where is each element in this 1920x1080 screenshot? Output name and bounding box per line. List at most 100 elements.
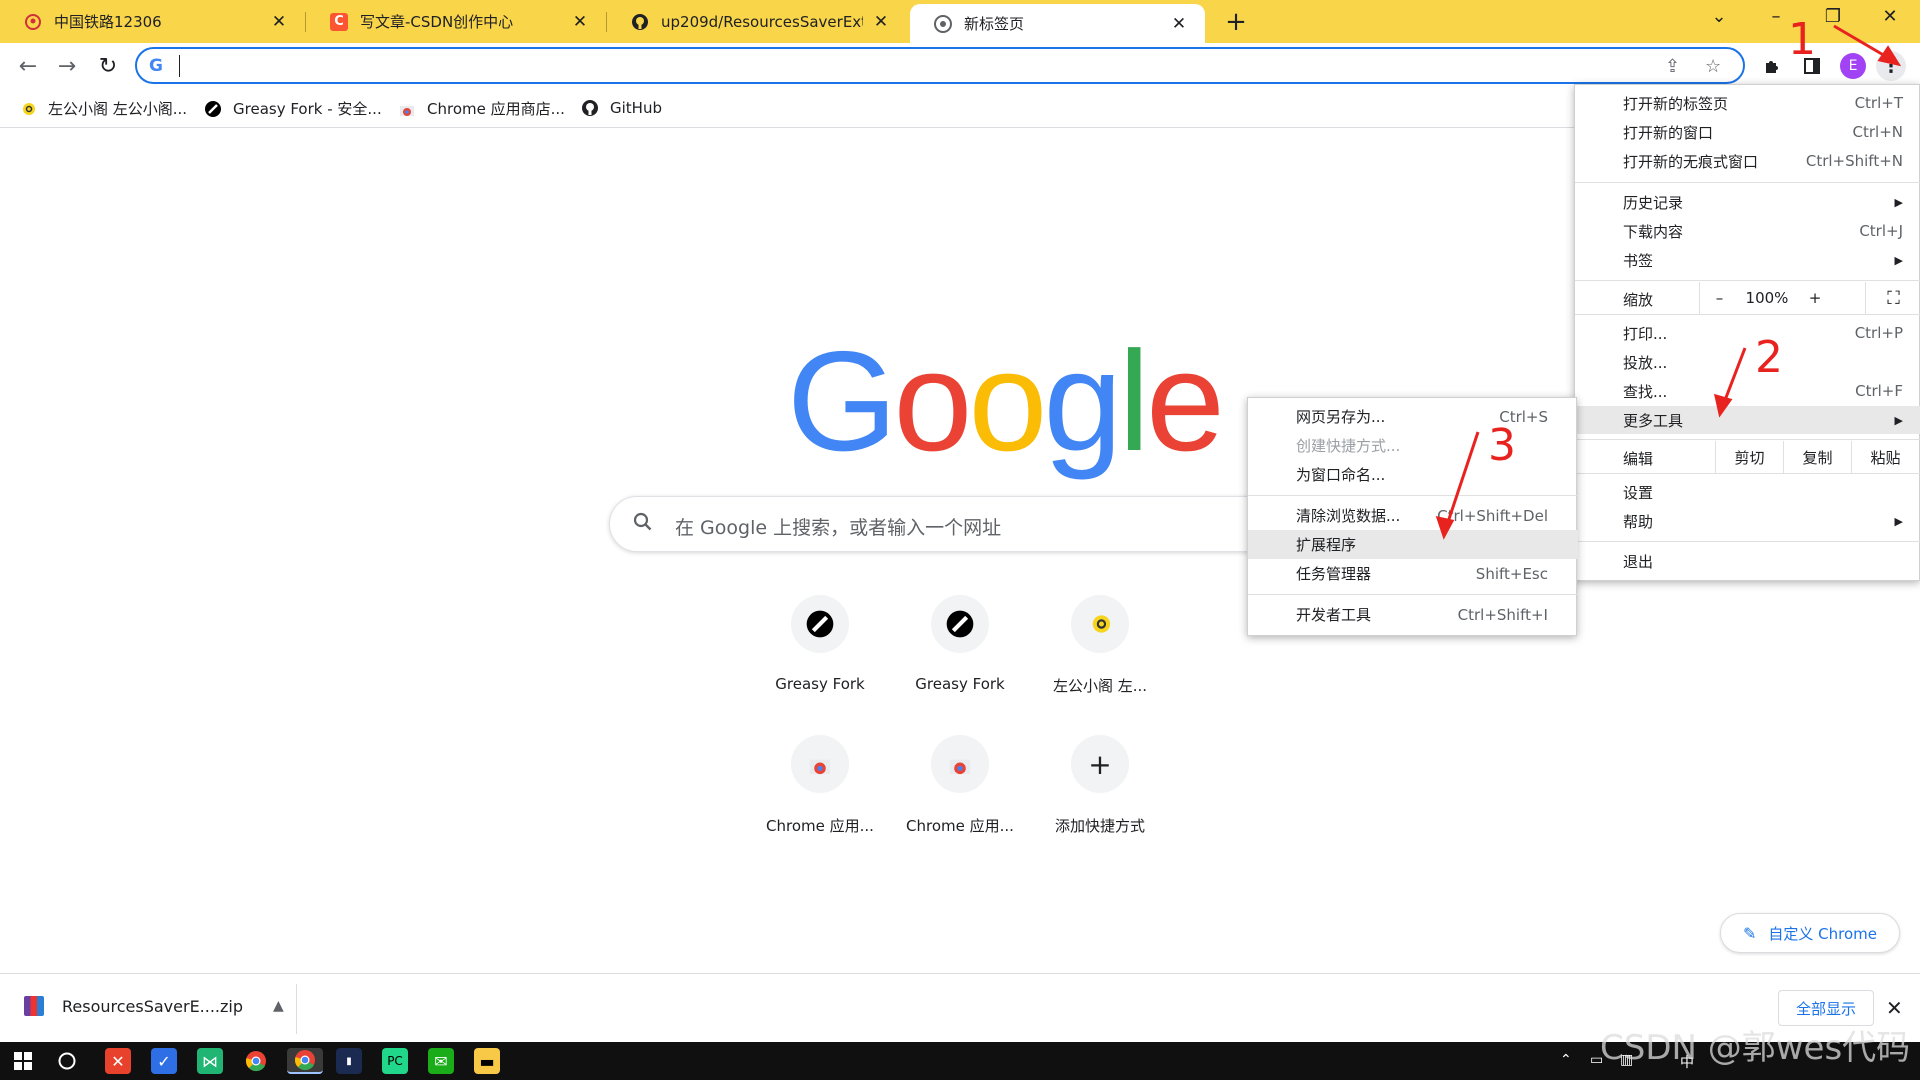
menu-find[interactable]: 查找... Ctrl+F — [1575, 377, 1920, 405]
wechat-icon[interactable]: ✉ — [428, 1048, 454, 1074]
extensions-puzzle-icon[interactable] — [1758, 52, 1786, 80]
menu-label: 历史记录 — [1623, 193, 1684, 212]
annotation-number: 3 — [1488, 420, 1516, 471]
menu-downloads[interactable]: 下载内容 Ctrl+J — [1575, 217, 1920, 245]
menu-print[interactable]: 打印... Ctrl+P — [1575, 319, 1920, 347]
bookmark-item[interactable]: Chrome 应用商店... — [397, 98, 565, 119]
shortcut-tile[interactable]: Chrome 应用... — [755, 735, 885, 836]
back-button[interactable]: ← — [13, 51, 43, 81]
bookmark-item[interactable]: GitHub — [580, 98, 662, 118]
tray-chevron-icon[interactable]: ⌃ — [1560, 1052, 1572, 1068]
shortcut-tile[interactable]: Greasy Fork — [755, 595, 885, 693]
menu-label: 打开新的标签页 — [1623, 94, 1729, 113]
tab-title: 新标签页 — [964, 15, 1025, 33]
app-icon[interactable]: ▮ — [336, 1048, 362, 1074]
webstore-icon — [397, 99, 417, 119]
menu-exit[interactable]: 退出 — [1575, 547, 1920, 575]
window-close-button[interactable]: ✕ — [1870, 6, 1910, 27]
close-icon[interactable]: ✕ — [1886, 996, 1903, 1020]
add-shortcut-tile[interactable]: + 添加快捷方式 — [1035, 735, 1165, 836]
search-circle-icon[interactable] — [54, 1048, 80, 1074]
submenu-dev-tools[interactable]: 开发者工具 Ctrl+Shift+I — [1248, 600, 1578, 629]
shortcut-tile[interactable]: Chrome 应用... — [895, 735, 1025, 836]
tab-github[interactable]: up209d/ResourcesSaverExt: Ch ✕ — [607, 0, 907, 43]
plus-icon: + — [1071, 735, 1129, 793]
new-tab-button[interactable]: + — [1222, 7, 1250, 37]
menu-history[interactable]: 历史记录 ▶ — [1575, 188, 1920, 216]
shortcut-label: 左公小阁 左... — [1052, 677, 1148, 695]
submenu-task-manager[interactable]: 任务管理器 Shift+Esc — [1248, 559, 1578, 588]
xmind-icon[interactable]: ✕ — [105, 1048, 131, 1074]
edit-row: 编辑 剪切 复制 粘贴 — [1575, 441, 1920, 473]
customize-chrome-button[interactable]: ✎ 自定义 Chrome — [1720, 913, 1900, 953]
submenu-save-page[interactable]: 网页另存为... Ctrl+S — [1248, 402, 1578, 431]
copy-button[interactable]: 复制 — [1783, 441, 1851, 473]
tab-12306[interactable]: 中国铁路12306 ✕ — [0, 0, 305, 43]
ide-icon[interactable]: ⋈ — [197, 1048, 223, 1074]
restore-button[interactable]: ❐ — [1813, 6, 1853, 27]
tab-newtab[interactable]: 新标签页 ✕ — [910, 4, 1205, 43]
menu-separator — [1575, 473, 1920, 474]
submenu-clear-data[interactable]: 清除浏览数据... Ctrl+Shift+Del — [1248, 501, 1578, 530]
customize-label: 自定义 Chrome — [1768, 924, 1877, 943]
menu-label: 为窗口命名... — [1296, 466, 1386, 484]
menu-settings[interactable]: 设置 — [1575, 478, 1920, 506]
menu-label: 创建快捷方式... — [1296, 437, 1401, 455]
menu-separator — [1575, 280, 1920, 281]
greasyfork-icon — [791, 595, 849, 653]
tab-search-icon[interactable]: ⌄ — [1699, 6, 1739, 27]
menu-bookmarks[interactable]: 书签 ▶ — [1575, 246, 1920, 274]
chrome-taskbar-icon[interactable] — [243, 1048, 269, 1074]
profile-avatar[interactable]: E — [1840, 53, 1866, 79]
download-item[interactable]: ResourcesSaverE....zip ▲ — [24, 996, 284, 1016]
submenu-name-window[interactable]: 为窗口命名... — [1248, 460, 1578, 489]
download-filename: ResourcesSaverE....zip — [62, 996, 244, 1016]
text-cursor — [179, 55, 180, 77]
zip-file-icon — [24, 996, 44, 1016]
tab-close-icon[interactable]: ✕ — [871, 12, 891, 32]
menu-label: 清除浏览数据... — [1296, 507, 1401, 525]
shortcut-text: Ctrl+F — [1855, 382, 1903, 400]
chrome-active-taskbar-icon[interactable] — [287, 1048, 323, 1074]
shortcut-tile[interactable]: 左公小阁 左... — [1035, 595, 1165, 696]
menu-help[interactable]: 帮助 ▶ — [1575, 507, 1920, 535]
more-tools-submenu: 网页另存为... Ctrl+S 创建快捷方式... 为窗口命名... 清除浏览数据… — [1247, 397, 1578, 636]
pycharm-icon[interactable]: PC — [382, 1048, 408, 1074]
annotation-number: 2 — [1755, 332, 1783, 383]
bookmark-item[interactable]: 左公小阁 左公小阁... — [18, 98, 187, 119]
shortcut-label: Greasy Fork — [915, 675, 1005, 693]
menu-label: 网页另存为... — [1296, 408, 1386, 426]
address-bar[interactable]: G ⇪ ☆ — [135, 47, 1745, 84]
shortcut-tile[interactable]: Greasy Fork — [895, 595, 1025, 693]
windows-start-icon[interactable] — [10, 1048, 36, 1074]
folder-icon[interactable]: ▬ — [474, 1048, 500, 1074]
logo-letter: o — [893, 322, 972, 481]
forward-button[interactable]: → — [52, 51, 82, 81]
menu-cast[interactable]: 投放... — [1575, 348, 1920, 376]
menu-label: 任务管理器 — [1296, 565, 1372, 583]
tab-close-icon[interactable]: ✕ — [1169, 14, 1189, 34]
tab-csdn[interactable]: C 写文章-CSDN创作中心 ✕ — [306, 0, 606, 43]
menu-label: 查找... — [1623, 382, 1668, 401]
chrome-menu-button[interactable]: ⋮ — [1876, 51, 1906, 81]
fullscreen-icon[interactable]: ⛶ — [1865, 282, 1920, 314]
menu-new-window[interactable]: 打开新的窗口 Ctrl+N — [1575, 118, 1920, 146]
tab-close-icon[interactable]: ✕ — [269, 12, 289, 32]
menu-incognito[interactable]: 打开新的无痕式窗口 Ctrl+Shift+N — [1575, 147, 1920, 175]
search-box[interactable]: 在 Google 上搜索，或者输入一个网址 — [609, 496, 1339, 552]
share-icon[interactable]: ⇪ — [1665, 56, 1680, 77]
feishu-icon[interactable]: ✓ — [151, 1048, 177, 1074]
tab-close-icon[interactable]: ✕ — [570, 12, 590, 32]
bookmark-star-icon[interactable]: ☆ — [1705, 56, 1721, 77]
zoom-in-button[interactable]: + — [1795, 282, 1835, 314]
cut-button[interactable]: 剪切 — [1715, 441, 1783, 473]
menu-new-tab[interactable]: 打开新的标签页 Ctrl+T — [1575, 89, 1920, 117]
menu-label: 下载内容 — [1623, 222, 1684, 241]
zoom-out-button[interactable]: – — [1699, 282, 1739, 314]
bookmark-item[interactable]: Greasy Fork - 安全... — [203, 98, 382, 119]
reload-button[interactable]: ↻ — [93, 51, 123, 81]
menu-more-tools[interactable]: 更多工具 ▶ — [1575, 406, 1920, 434]
submenu-extensions[interactable]: 扩展程序 — [1248, 530, 1578, 559]
chevron-up-icon[interactable]: ▲ — [273, 998, 284, 1014]
paste-button[interactable]: 粘贴 — [1851, 441, 1919, 473]
